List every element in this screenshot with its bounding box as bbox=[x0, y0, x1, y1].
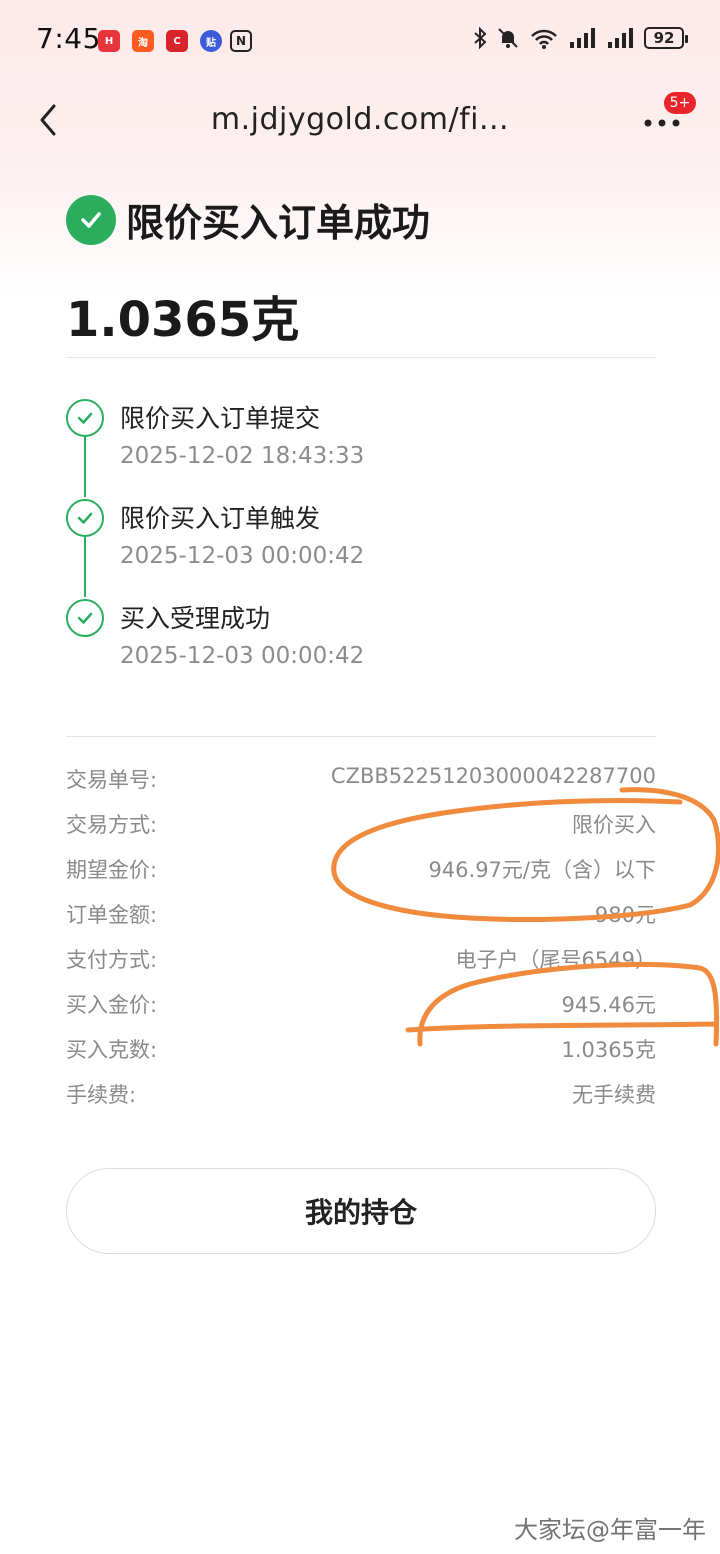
signal-icon bbox=[608, 28, 633, 48]
timeline-step: 限价买入订单触发 2025-12-03 00:00:42 bbox=[66, 495, 656, 585]
order-details: 交易单号: CZBB52251203000042287700 交易方式: 限价买… bbox=[66, 760, 656, 1120]
detail-label: 交易单号: bbox=[66, 768, 158, 792]
detail-label: 买入金价: bbox=[66, 993, 158, 1017]
step-check-icon bbox=[66, 499, 104, 537]
detail-label: 手续费: bbox=[66, 1083, 137, 1107]
step-time: 2025-12-03 00:00:42 bbox=[120, 643, 365, 669]
huawei-app-icon: H bbox=[98, 30, 120, 52]
detail-row-buy-grams: 买入克数: 1.0365克 bbox=[66, 1030, 656, 1075]
detail-row-order-number: 交易单号: CZBB52251203000042287700 bbox=[66, 760, 656, 805]
step-label: 限价买入订单触发 bbox=[120, 504, 321, 533]
detail-row-target-price: 期望金价: 946.97元/克（含）以下 bbox=[66, 850, 656, 895]
detail-value: 无手续费 bbox=[572, 1083, 656, 1107]
step-time: 2025-12-03 00:00:42 bbox=[120, 543, 365, 569]
status-icons: 92 bbox=[472, 26, 688, 50]
detail-row-fee: 手续费: 无手续费 bbox=[66, 1075, 656, 1120]
battery-icon: 92 bbox=[644, 27, 688, 49]
detail-label: 买入克数: bbox=[66, 1038, 158, 1062]
status-bar: 7:45 H 淘 C 贴 N 92 bbox=[0, 0, 720, 84]
step-label: 限价买入订单提交 bbox=[120, 404, 321, 433]
detail-value: 946.97元/克（含）以下 bbox=[428, 858, 656, 882]
watermark: 大家坛@年富一年 bbox=[514, 1516, 706, 1544]
tieba-app-icon: 贴 bbox=[200, 30, 222, 52]
page-title: 限价买入订单成功 bbox=[126, 201, 431, 245]
taobao-app-icon: 淘 bbox=[132, 30, 154, 52]
bluetooth-icon bbox=[474, 26, 487, 50]
mute-bell-icon bbox=[498, 28, 518, 48]
detail-value: 电子户（尾号6549） bbox=[455, 948, 656, 972]
shopping-app-icon: C bbox=[166, 30, 188, 52]
detail-value: 限价买入 bbox=[572, 813, 656, 837]
detail-row-order-amount: 订单金额: 980元 bbox=[66, 895, 656, 940]
detail-value[interactable]: CZBB52251203000042287700 bbox=[331, 764, 656, 788]
detail-row-buy-price: 买入金价: 945.46元 bbox=[66, 985, 656, 1030]
timeline-step: 买入受理成功 2025-12-03 00:00:42 bbox=[66, 595, 656, 685]
detail-label: 交易方式: bbox=[66, 813, 158, 837]
signal-icon bbox=[570, 28, 595, 48]
detail-label: 订单金额: bbox=[66, 903, 158, 927]
divider bbox=[66, 357, 656, 358]
detail-row-payment-method: 支付方式: 电子户（尾号6549） bbox=[66, 940, 656, 985]
step-time: 2025-12-02 18:43:33 bbox=[120, 443, 365, 469]
nav-bar: m.jdjygold.com/fi... 5+ bbox=[0, 84, 720, 160]
order-amount: 1.0365克 bbox=[66, 292, 300, 348]
status-time: 7:45 bbox=[36, 22, 101, 55]
timeline-step: 限价买入订单提交 2025-12-02 18:43:33 bbox=[66, 395, 656, 485]
wifi-icon bbox=[531, 29, 557, 49]
order-status-header: 限价买入订单成功 bbox=[66, 192, 430, 247]
page-url: m.jdjygold.com/fi... bbox=[210, 102, 510, 137]
detail-label: 期望金价: bbox=[66, 858, 158, 882]
notification-badge: 5+ bbox=[664, 92, 696, 114]
step-check-icon bbox=[66, 599, 104, 637]
step-check-icon bbox=[66, 399, 104, 437]
success-check-icon bbox=[66, 194, 116, 245]
nfc-icon: N bbox=[230, 30, 252, 52]
back-arrow-icon[interactable] bbox=[34, 100, 70, 140]
detail-row-trade-type: 交易方式: 限价买入 bbox=[66, 805, 656, 850]
divider bbox=[66, 736, 656, 737]
detail-label: 支付方式: bbox=[66, 948, 158, 972]
detail-value: 1.0365克 bbox=[561, 1038, 656, 1062]
my-holdings-button[interactable]: 我的持仓 bbox=[66, 1168, 656, 1254]
detail-value: 980元 bbox=[594, 903, 656, 927]
detail-value: 945.46元 bbox=[561, 993, 656, 1017]
step-label: 买入受理成功 bbox=[120, 604, 271, 633]
